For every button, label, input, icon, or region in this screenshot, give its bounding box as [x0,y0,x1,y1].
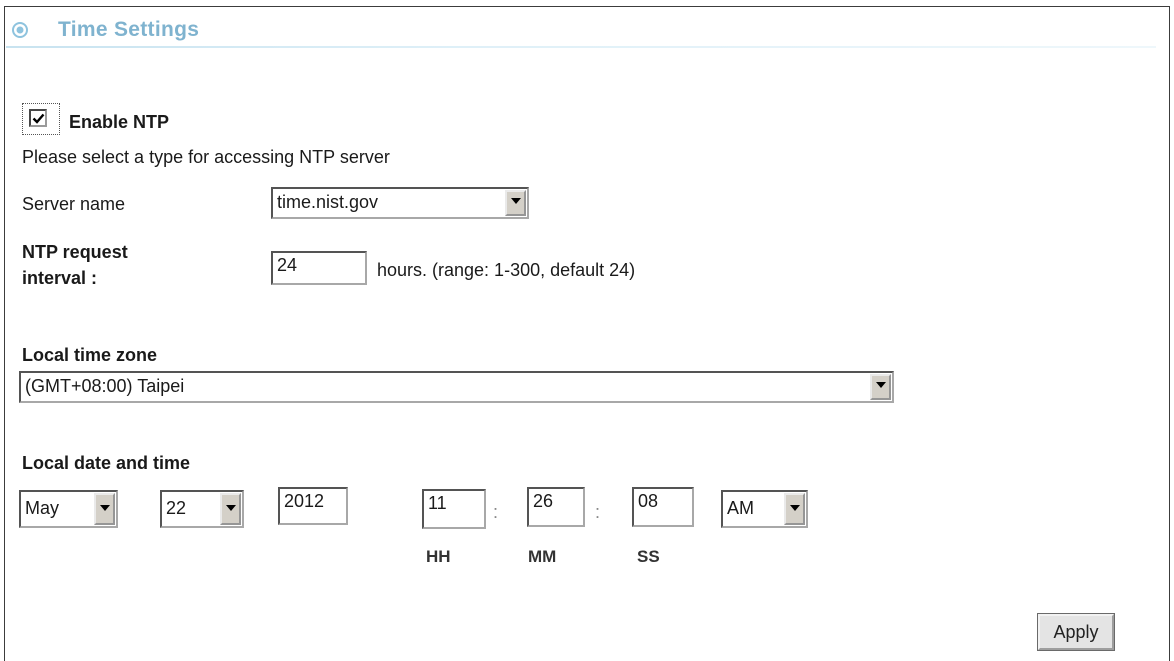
apply-button[interactable]: Apply [1037,613,1115,651]
interval-label-line1: NTP request [22,242,128,262]
ss-label: SS [637,547,660,566]
minute-input[interactable]: 26 [527,487,585,527]
header-divider [6,46,1156,48]
enable-ntp-checkbox-focus[interactable] [22,103,60,135]
month-value: May [25,498,60,518]
timezone-select[interactable]: (GMT+08:00) Taipei [19,371,894,403]
chevron-down-icon[interactable] [94,493,115,525]
datetime-label: Local date and time [22,453,191,473]
chevron-down-icon[interactable] [784,493,805,525]
chevron-down-icon[interactable] [870,374,891,400]
interval-label-line2: interval : [22,268,98,288]
target-icon [12,22,28,38]
year-input[interactable]: 2012 [278,487,348,525]
timezone-label: Local time zone [22,345,158,365]
mm-label: MM [528,547,557,566]
ampm-value: AM [727,498,754,518]
second-input[interactable]: 08 [632,487,694,527]
server-name-value: time.nist.gov [277,192,379,212]
chevron-down-icon[interactable] [220,493,241,525]
hh-label: HH [426,547,451,566]
time-separator: : [595,502,601,522]
hour-input[interactable]: 11 [422,489,486,529]
ntp-instruction-text: Please select a type for accessing NTP s… [22,147,390,167]
enable-ntp-checkbox[interactable] [29,109,47,127]
ampm-select[interactable]: AM [721,490,808,528]
day-select[interactable]: 22 [160,490,244,528]
chevron-down-icon[interactable] [505,190,526,216]
page-title: Time Settings [58,18,200,41]
server-name-label: Server name [22,194,126,214]
page-frame [4,6,1170,661]
timezone-value: (GMT+08:00) Taipei [25,376,185,396]
section-header: Time Settings [6,8,1156,48]
enable-ntp-label[interactable]: Enable NTP [69,112,169,133]
interval-hint: hours. (range: 1-300, default 24) [377,260,636,280]
server-name-select[interactable]: time.nist.gov [271,187,529,219]
day-value: 22 [166,498,187,518]
month-select[interactable]: May [19,490,118,528]
checkmark-icon [32,113,45,124]
time-separator: : [493,502,499,522]
interval-input[interactable]: 24 [271,251,367,285]
